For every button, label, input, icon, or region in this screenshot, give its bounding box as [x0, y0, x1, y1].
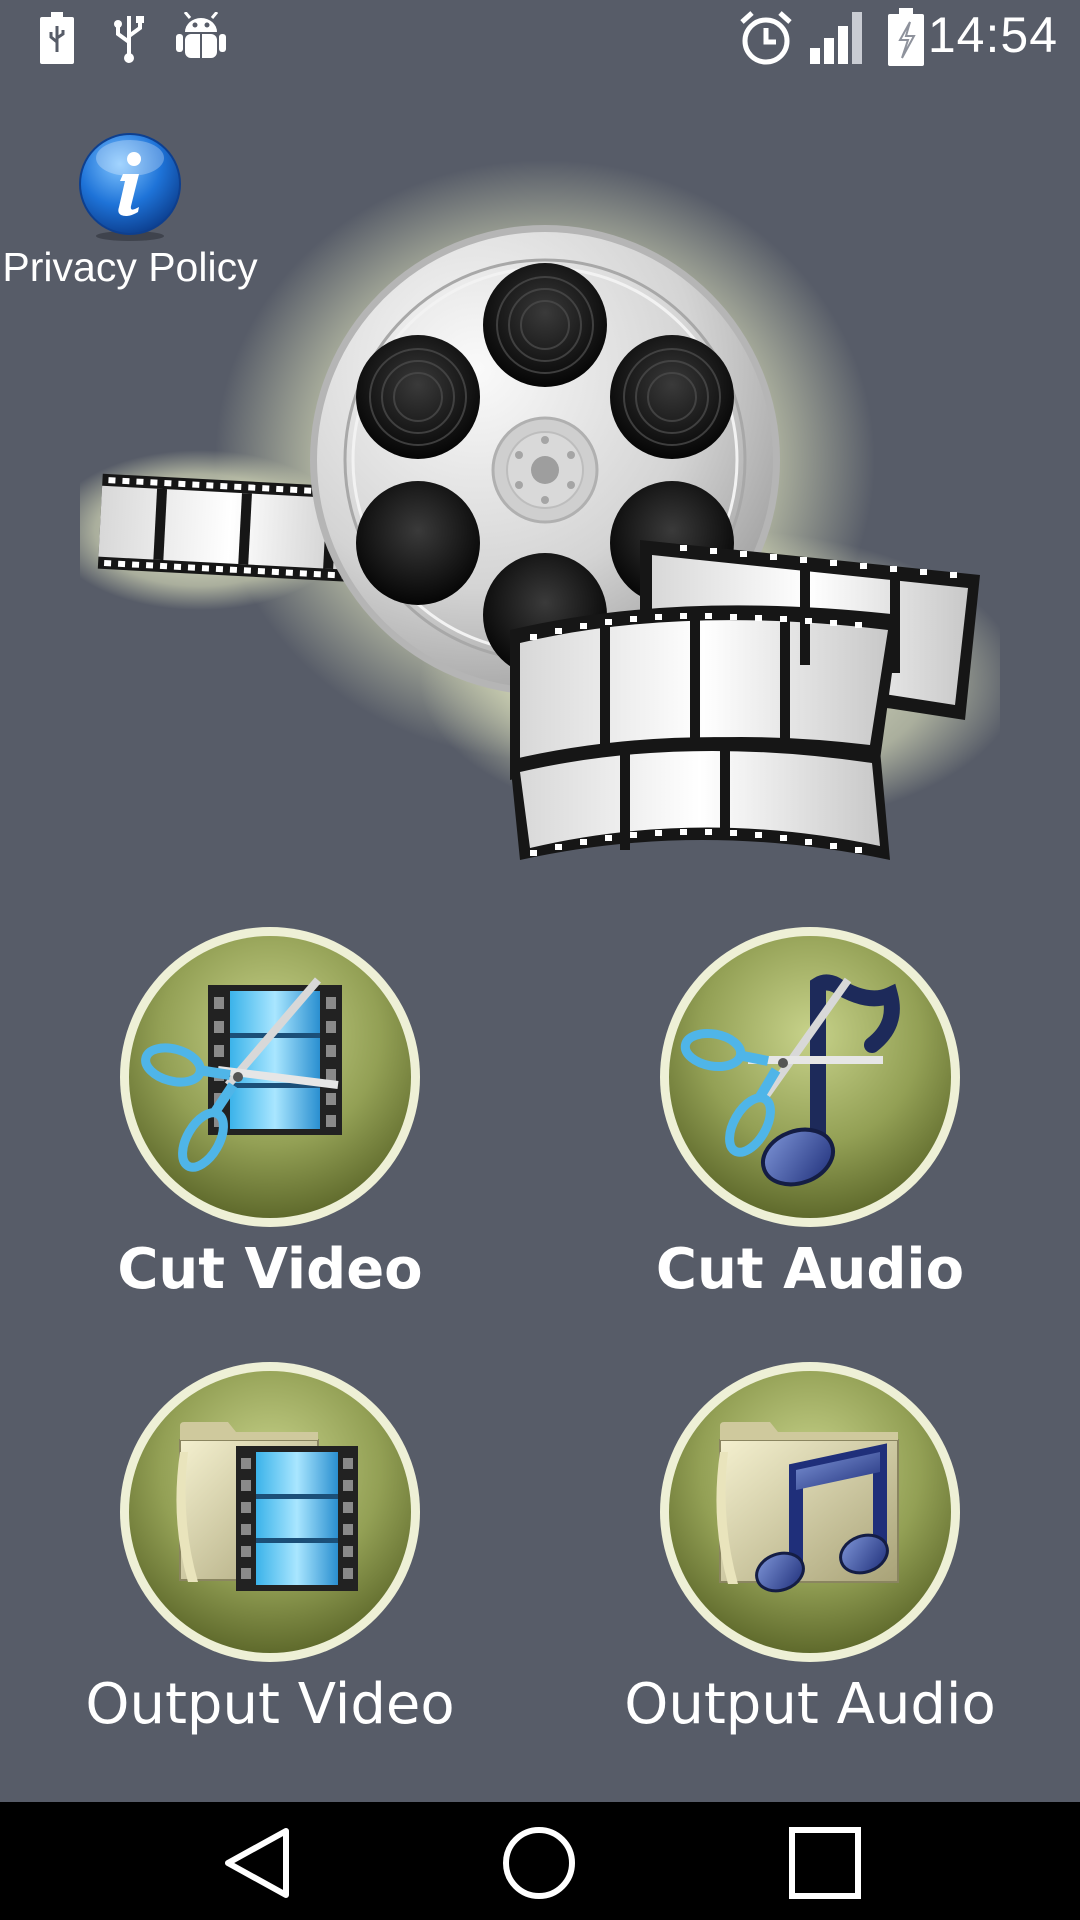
- cut-video-button[interactable]: Cut Video: [60, 925, 480, 1302]
- output-audio-folder-icon[interactable]: [658, 1360, 962, 1664]
- cut-audio-button[interactable]: Cut Audio: [600, 925, 1020, 1302]
- output-video-folder-icon[interactable]: [118, 1360, 422, 1664]
- navigation-bar: [0, 1802, 1080, 1920]
- android-debug-icon: [176, 12, 226, 58]
- cut-audio-label[interactable]: Cut Audio: [600, 1237, 1020, 1302]
- recents-icon[interactable]: [788, 1826, 862, 1900]
- output-audio-label[interactable]: Output Audio: [600, 1672, 1020, 1737]
- output-video-label[interactable]: Output Video: [60, 1672, 480, 1737]
- battery-charging-icon: [888, 8, 924, 66]
- film-reel-icon: [80, 160, 1000, 860]
- status-bar: 14:54: [0, 0, 1080, 76]
- cut-video-icon[interactable]: [118, 925, 422, 1229]
- output-audio-button[interactable]: Output Audio: [600, 1360, 1020, 1737]
- home-icon[interactable]: [502, 1826, 576, 1900]
- alarm-icon: [740, 11, 792, 65]
- signal-icon: [810, 12, 862, 64]
- cut-audio-icon[interactable]: [658, 925, 962, 1229]
- back-icon[interactable]: [220, 1826, 292, 1900]
- cut-video-label[interactable]: Cut Video: [60, 1237, 480, 1302]
- usb-icon: [114, 16, 144, 63]
- status-time: 14:54: [927, 7, 1058, 63]
- battery-usb-icon: [40, 12, 74, 64]
- output-video-button[interactable]: Output Video: [60, 1360, 480, 1737]
